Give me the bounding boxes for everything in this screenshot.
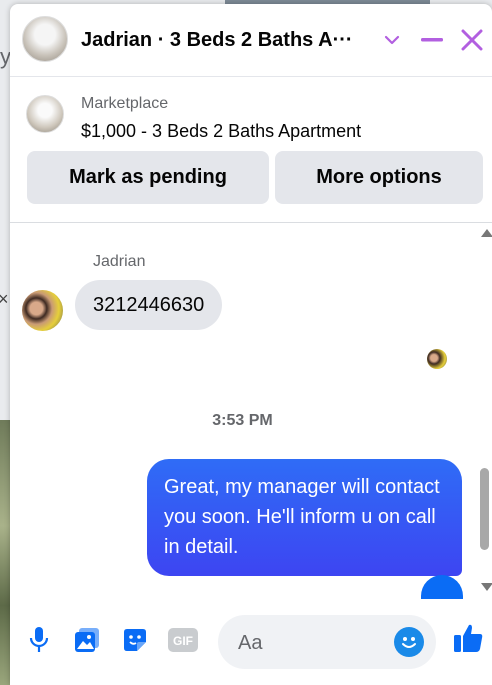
chat-window: Jadrian · 3 Beds 2 Baths A··· Marketplac…: [10, 4, 492, 685]
background-photo: [0, 420, 10, 685]
outgoing-message-bubble-partial[interactable]: [421, 575, 463, 599]
marketplace-listing-card: Marketplace $1,000 - 3 Beds 2 Baths Apar…: [10, 77, 492, 223]
gif-icon[interactable]: GIF: [168, 625, 198, 655]
sender-avatar[interactable]: [22, 290, 63, 331]
listing-thumbnail[interactable]: [26, 95, 64, 133]
chevron-down-icon[interactable]: [378, 26, 406, 54]
close-icon[interactable]: [458, 26, 486, 54]
message-composer: GIF: [10, 599, 492, 685]
thread-scrollbar[interactable]: [476, 223, 492, 599]
background-close-glyph: ×: [0, 289, 9, 309]
chat-title[interactable]: Jadrian · 3 Beds 2 Baths A···: [81, 29, 371, 52]
svg-text:GIF: GIF: [173, 634, 193, 648]
read-receipt-avatar: [427, 349, 447, 369]
more-options-button[interactable]: More options: [275, 151, 483, 204]
message-thread: Jadrian 3212446630 3:53 PM Great, my man…: [10, 223, 492, 599]
image-icon[interactable]: [72, 625, 102, 655]
mark-as-pending-button[interactable]: Mark as pending: [27, 151, 269, 204]
sticker-icon[interactable]: [120, 625, 150, 655]
sender-name: Jadrian: [93, 253, 146, 270]
message-input-box[interactable]: [218, 615, 436, 669]
microphone-icon[interactable]: [24, 625, 54, 655]
outgoing-message-bubble[interactable]: Great, my manager will contact you soon.…: [147, 459, 462, 576]
listing-source: Marketplace: [81, 95, 169, 112]
message-input[interactable]: [236, 628, 390, 658]
thumbs-up-icon[interactable]: [451, 621, 485, 655]
contact-avatar[interactable]: [22, 16, 68, 62]
message-timestamp: 3:53 PM: [212, 412, 273, 429]
scroll-thumb[interactable]: [480, 468, 489, 550]
incoming-message-bubble[interactable]: 3212446630: [75, 280, 223, 330]
listing-title[interactable]: $1,000 - 3 Beds 2 Baths Apartment: [81, 121, 361, 142]
emoji-icon[interactable]: [394, 627, 424, 657]
minimize-icon[interactable]: [418, 26, 446, 54]
scroll-up-arrow-icon[interactable]: [481, 229, 492, 237]
chat-header: Jadrian · 3 Beds 2 Baths A···: [10, 4, 492, 77]
scroll-down-arrow-icon[interactable]: [481, 583, 492, 591]
